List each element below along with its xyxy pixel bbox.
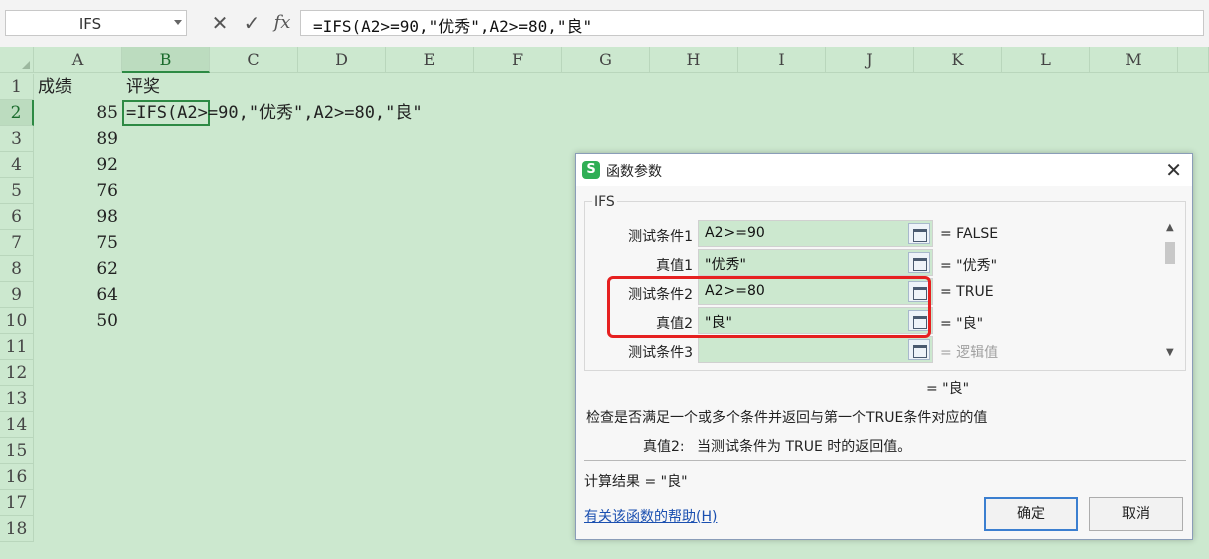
arg-result: = FALSE [940, 226, 999, 242]
row-header[interactable]: 5 [0, 178, 34, 204]
row-header[interactable]: 15 [0, 438, 34, 464]
cell-a9[interactable]: 64 [34, 282, 118, 308]
divider [584, 460, 1186, 461]
scroll-thumb[interactable] [1165, 242, 1175, 264]
row-header[interactable]: 17 [0, 490, 34, 516]
cell-a7[interactable]: 75 [34, 230, 118, 256]
arg-label: 真值1 [656, 258, 693, 274]
arg-input-test1[interactable]: A2>=90 [698, 220, 933, 247]
row-header[interactable]: 1 [0, 74, 34, 100]
arg-input-test3[interactable] [698, 336, 933, 363]
cell-a4[interactable]: 92 [34, 152, 118, 178]
cell-a6[interactable]: 98 [34, 204, 118, 230]
dialog-title: 函数参数 [606, 164, 662, 180]
cell-a2[interactable]: 85 [34, 100, 118, 126]
column-header[interactable]: M [1090, 47, 1178, 73]
calc-result: 计算结果 = "良" [584, 474, 688, 490]
row-header[interactable]: 10 [0, 308, 34, 334]
select-all-corner[interactable] [0, 47, 34, 73]
row-header[interactable]: 3 [0, 126, 34, 152]
column-header[interactable]: G [562, 47, 650, 73]
param-help-text: 当测试条件为 TRUE 时的返回值。 [697, 439, 912, 455]
column-header[interactable]: C [210, 47, 298, 73]
column-header[interactable]: K [914, 47, 1002, 73]
arg-result: = 逻辑值 [940, 345, 999, 361]
arg-input-value1[interactable]: "优秀" [698, 249, 933, 276]
cancel-x-icon[interactable]: ✕ [208, 10, 232, 36]
close-icon[interactable]: ✕ [1165, 158, 1182, 182]
row-header[interactable]: 7 [0, 230, 34, 256]
annotation-highlight-box [607, 276, 931, 338]
column-header[interactable]: F [474, 47, 562, 73]
cell-a3[interactable]: 89 [34, 126, 118, 152]
name-box-value: IFS [78, 15, 102, 33]
arg-value: "优秀" [705, 257, 746, 273]
row-header[interactable]: 6 [0, 204, 34, 230]
wps-logo-icon: S [582, 161, 600, 179]
collapse-range-icon[interactable] [908, 252, 930, 273]
function-description: 检查是否满足一个或多个条件并返回与第一个TRUE条件对应的值 [586, 410, 988, 426]
chevron-down-icon[interactable] [174, 20, 182, 25]
row-header[interactable]: 8 [0, 256, 34, 282]
collapse-range-icon[interactable] [908, 339, 930, 360]
formula-bar: IFS ✕ ✓ fx =IFS(A2>=90,"优秀",A2>=80,"良" [0, 0, 1209, 47]
column-header[interactable]: E [386, 47, 474, 73]
row-header[interactable]: 9 [0, 282, 34, 308]
group-label: IFS [592, 194, 617, 210]
ok-button[interactable]: 确定 [984, 497, 1078, 531]
row-header[interactable]: 18 [0, 516, 34, 542]
collapse-range-icon[interactable] [908, 223, 930, 244]
column-header[interactable]: D [298, 47, 386, 73]
column-header[interactable]: B [122, 47, 210, 73]
cell-a5[interactable]: 76 [34, 178, 118, 204]
row-header[interactable]: 14 [0, 412, 34, 438]
row-header[interactable]: 13 [0, 386, 34, 412]
cell-b1[interactable]: 评奖 [126, 74, 160, 100]
arg-label: 测试条件3 [628, 345, 693, 361]
arg-result: = TRUE [940, 284, 994, 300]
column-header[interactable]: A [34, 47, 122, 73]
column-header[interactable] [1178, 47, 1209, 73]
name-box[interactable]: IFS [5, 10, 187, 36]
row-header[interactable]: 2 [0, 100, 34, 126]
cell-a10[interactable]: 50 [34, 308, 118, 334]
column-header[interactable]: H [650, 47, 738, 73]
cell-b2-editing[interactable]: =IFS(A2>=90,"优秀",A2>=80,"良" [126, 100, 423, 126]
arg-result: = "良" [940, 316, 984, 332]
column-header[interactable]: L [1002, 47, 1090, 73]
function-arguments-dialog: S 函数参数 ✕ 测试条件1 A2>=90 = FALSE 真值1 "优秀" =… [575, 153, 1193, 540]
column-header[interactable]: J [826, 47, 914, 73]
arg-result: = "优秀" [940, 258, 998, 274]
param-help-label: 真值2: [643, 439, 685, 455]
scroll-down-icon[interactable]: ▼ [1166, 347, 1174, 358]
row-header[interactable]: 4 [0, 152, 34, 178]
fx-icon[interactable]: fx [270, 10, 294, 36]
dialog-title-bar: S 函数参数 ✕ [576, 154, 1192, 186]
scroll-up-icon[interactable]: ▲ [1166, 222, 1174, 233]
help-link[interactable]: 有关该函数的帮助(H) [584, 506, 717, 526]
overall-result: = "良" [926, 381, 970, 397]
cell-a1[interactable]: 成绩 [38, 74, 72, 100]
arg-label: 测试条件1 [628, 229, 693, 245]
column-header[interactable]: I [738, 47, 826, 73]
arguments-scrollbar[interactable]: ▲ ▼ [1162, 222, 1178, 358]
row-header[interactable]: 16 [0, 464, 34, 490]
cancel-button[interactable]: 取消 [1089, 497, 1183, 531]
arg-value: A2>=90 [705, 225, 765, 241]
cell-a8[interactable]: 62 [34, 256, 118, 282]
row-header[interactable]: 12 [0, 360, 34, 386]
row-header[interactable]: 11 [0, 334, 34, 360]
formula-input[interactable]: =IFS(A2>=90,"优秀",A2>=80,"良" [300, 10, 1204, 36]
confirm-check-icon[interactable]: ✓ [240, 10, 264, 36]
